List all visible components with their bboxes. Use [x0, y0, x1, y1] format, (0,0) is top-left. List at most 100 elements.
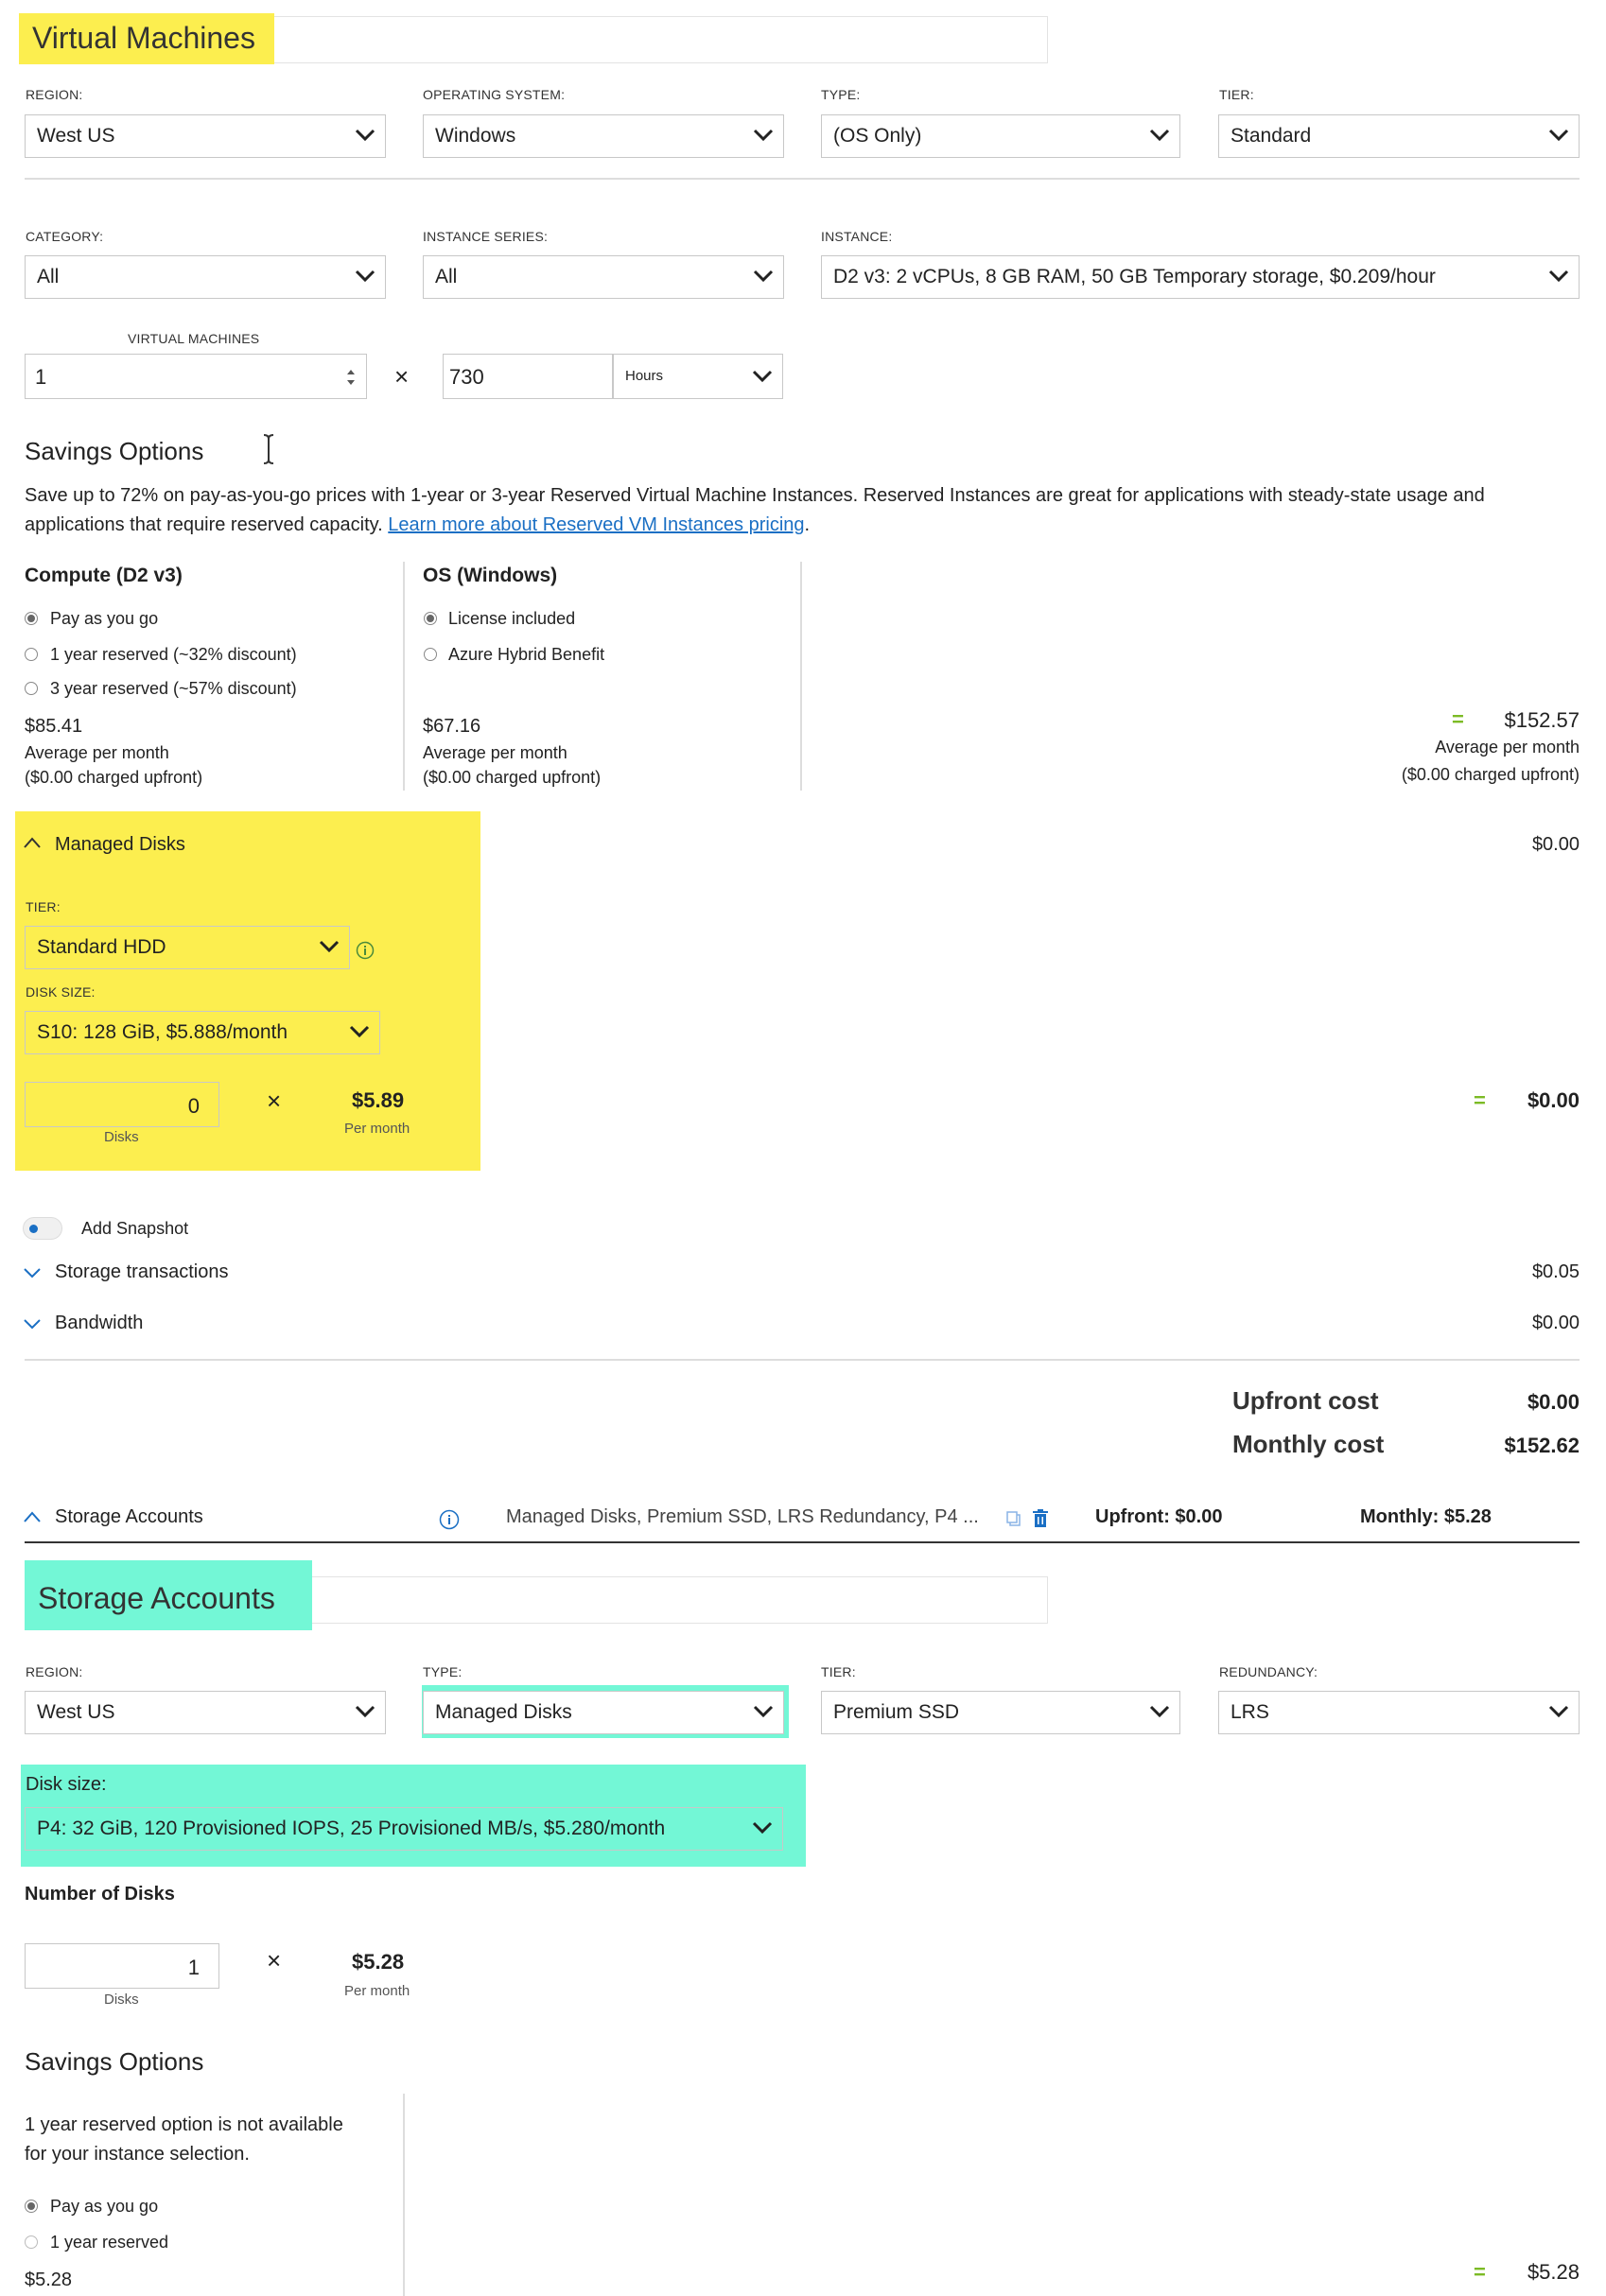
- disks-sum: $0.00: [1527, 1088, 1580, 1112]
- chevron-down-icon: [1548, 1705, 1569, 1718]
- divider: [403, 2094, 405, 2296]
- divider: [25, 178, 1580, 180]
- chevron-down-icon: [319, 940, 340, 953]
- sa-radio-1yr[interactable]: [25, 2235, 38, 2249]
- os-upfront: ($0.00 charged upfront): [423, 768, 602, 787]
- sa-disk-size-value: P4: 32 GiB, 120 Provisioned IOPS, 25 Pro…: [37, 1818, 666, 1839]
- toggle-knob: [29, 1225, 38, 1233]
- reserved-pricing-link[interactable]: Learn more about Reserved VM Instances p…: [388, 514, 804, 535]
- managed-disks-total: $0.00: [1531, 834, 1580, 855]
- savings-total-avg: Average per month: [1435, 738, 1580, 757]
- sa-savings-title: Savings Options: [25, 2047, 204, 2076]
- chevron-down-icon: [355, 129, 375, 142]
- compute-radio-3yr[interactable]: [25, 682, 38, 695]
- disk-size-select[interactable]: S10: 128 GiB, $5.888/month: [25, 1011, 380, 1054]
- chevron-down-icon: [1548, 129, 1569, 142]
- chevron-down-icon: [753, 1705, 774, 1718]
- vm-os-select[interactable]: Windows: [423, 114, 784, 158]
- snapshot-toggle[interactable]: [23, 1217, 62, 1240]
- sa-disk-count-input[interactable]: 1: [25, 1943, 219, 1989]
- snapshot-label: Add Snapshot: [81, 1219, 189, 1238]
- chevron-down-icon[interactable]: [23, 1317, 42, 1331]
- vm-tier-value: Standard: [1231, 125, 1312, 147]
- sa-redundancy-select[interactable]: LRS: [1218, 1691, 1580, 1734]
- savings-total: $152.57: [1504, 708, 1580, 732]
- sa-tier-select[interactable]: Premium SSD: [821, 1691, 1180, 1734]
- vm-count-stepper[interactable]: 1: [25, 354, 367, 399]
- sa-tier-value: Premium SSD: [833, 1701, 960, 1723]
- sa-region-select[interactable]: West US: [25, 1691, 386, 1734]
- bandwidth-label[interactable]: Bandwidth: [55, 1313, 143, 1334]
- disk-price: $5.89: [352, 1088, 405, 1112]
- hours-unit-select[interactable]: Hours: [613, 354, 783, 399]
- compute-title: Compute (D2 v3): [25, 565, 183, 586]
- compute-option-payg: Pay as you go: [50, 609, 159, 628]
- disk-size-label: DISK SIZE:: [26, 984, 96, 1000]
- vm-type-select[interactable]: (OS Only): [821, 114, 1180, 158]
- sa-region-value: West US: [37, 1701, 115, 1723]
- sa-disk-size-select[interactable]: P4: 32 GiB, 120 Provisioned IOPS, 25 Pro…: [25, 1807, 783, 1851]
- period: .: [804, 514, 811, 535]
- sa-redundancy-value: LRS: [1231, 1701, 1269, 1723]
- monthly-cost-label: Monthly cost: [1232, 1430, 1385, 1458]
- compute-radio-1yr[interactable]: [25, 648, 38, 661]
- vm-instance-select[interactable]: D2 v3: 2 vCPUs, 8 GB RAM, 50 GB Temporar…: [821, 255, 1580, 299]
- os-price: $67.16: [423, 716, 481, 737]
- savings-desc-line1: Save up to 72% on pay-as-you-go prices w…: [25, 485, 1485, 506]
- sa-region-label: REGION:: [26, 1664, 83, 1679]
- hours-input[interactable]: 730: [443, 354, 613, 399]
- disk-tier-label: TIER:: [26, 899, 61, 914]
- disk-tier-select[interactable]: Standard HDD: [25, 926, 350, 969]
- text-cursor-icon: [263, 434, 274, 464]
- sa-type-select[interactable]: Managed Disks: [423, 1691, 784, 1734]
- hours-unit-value: Hours: [625, 368, 664, 384]
- vm-series-select[interactable]: All: [423, 255, 784, 299]
- divider: [25, 1541, 1580, 1543]
- sa-price-bottom: $5.28: [25, 2270, 73, 2290]
- savings-desc-text: applications that require reserved capac…: [25, 514, 383, 535]
- spinner-arrows-icon[interactable]: [345, 367, 357, 388]
- vm-category-select[interactable]: All: [25, 255, 386, 299]
- upfront-cost-value: $0.00: [1527, 1390, 1580, 1414]
- vm-tier-select[interactable]: Standard: [1218, 114, 1580, 158]
- sa-disk-count-unit: Disks: [104, 1992, 139, 2008]
- vm-category-label: CATEGORY:: [26, 229, 104, 244]
- chevron-up-icon[interactable]: [23, 1510, 42, 1523]
- chevron-down-icon[interactable]: [23, 1266, 42, 1279]
- chevron-down-icon: [1149, 129, 1170, 142]
- compute-radio-payg[interactable]: [25, 612, 38, 625]
- compute-option-1yr: 1 year reserved (~32% discount): [50, 645, 297, 664]
- sa-option-1yr: 1 year reserved: [50, 2233, 169, 2252]
- managed-disks-title[interactable]: Managed Disks: [55, 834, 185, 856]
- compute-option-3yr: 3 year reserved (~57% discount): [50, 679, 297, 698]
- vm-title: Virtual Machines: [19, 13, 274, 64]
- chevron-down-icon: [1548, 270, 1569, 283]
- upfront-cost-label: Upfront cost: [1232, 1386, 1379, 1415]
- info-icon[interactable]: [356, 941, 375, 960]
- storage-accounts-monthly: Monthly: $5.28: [1360, 1506, 1492, 1527]
- copy-icon[interactable]: [1005, 1510, 1022, 1527]
- disk-count-input[interactable]: 0: [25, 1082, 219, 1127]
- delete-icon[interactable]: [1032, 1509, 1049, 1528]
- multiply-sign: ×: [267, 1087, 282, 1115]
- disk-count-value: 0: [187, 1094, 200, 1118]
- os-radio-license[interactable]: [424, 612, 437, 625]
- info-icon[interactable]: [439, 1509, 460, 1530]
- os-option-license: License included: [448, 609, 576, 628]
- sa-tier-label: TIER:: [821, 1664, 856, 1679]
- divider: [25, 1359, 1580, 1361]
- os-radio-hybrid[interactable]: [424, 648, 437, 661]
- chevron-down-icon: [355, 270, 375, 283]
- sa-radio-payg[interactable]: [25, 2200, 38, 2213]
- vm-region-select[interactable]: West US: [25, 114, 386, 158]
- storage-tx-label[interactable]: Storage transactions: [55, 1261, 228, 1283]
- chevron-up-icon[interactable]: [23, 836, 42, 849]
- storage-accounts-upfront: Upfront: $0.00: [1095, 1506, 1223, 1527]
- vm-type-value: (OS Only): [833, 125, 922, 147]
- storage-accounts-bar-label[interactable]: Storage Accounts: [55, 1506, 203, 1528]
- sa-redundancy-label: REDUNDANCY:: [1219, 1664, 1318, 1679]
- vm-category-value: All: [37, 266, 60, 287]
- savings-total-upfront: ($0.00 charged upfront): [1401, 765, 1580, 784]
- multiply-sign: ×: [267, 1946, 282, 1974]
- chevron-down-icon: [752, 370, 773, 383]
